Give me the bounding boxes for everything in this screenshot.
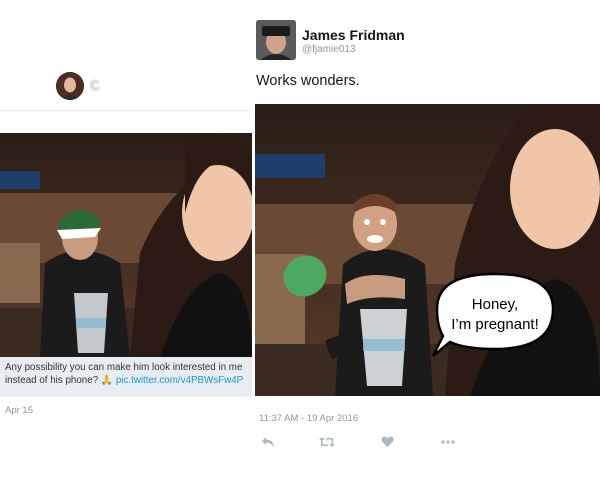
tweet-timestamp[interactable]: 11:37 AM - 19 Apr 2016 bbox=[259, 413, 358, 424]
more-icon[interactable] bbox=[438, 432, 458, 452]
tweet-date[interactable]: Apr 15 bbox=[5, 405, 33, 416]
photo-link[interactable]: pic.twitter.com/v4PBWsFw4P bbox=[116, 375, 243, 386]
photo-caption: Any possibility you can make him look in… bbox=[0, 357, 252, 397]
emoji-icon: 🙏 bbox=[100, 375, 114, 386]
author-handle[interactable]: @fjamie013 bbox=[302, 44, 356, 55]
avatar[interactable] bbox=[56, 72, 84, 100]
tweet-actions bbox=[252, 432, 600, 456]
author-name[interactable]: C bbox=[90, 77, 101, 93]
original-tweet: C Any possibility you can make him look … bbox=[0, 0, 252, 482]
retweet-icon[interactable] bbox=[317, 432, 337, 452]
speech-bubble-line-1: Honey, bbox=[472, 296, 518, 313]
tweet-photo[interactable] bbox=[0, 133, 252, 357]
heart-icon[interactable] bbox=[377, 432, 397, 452]
tweet-photo[interactable]: Honey, I’m pregnant! bbox=[255, 104, 600, 396]
avatar[interactable] bbox=[256, 20, 296, 60]
reply-tweet: James Fridman @fjamie013 Works wonders. bbox=[252, 0, 600, 482]
reply-icon[interactable] bbox=[258, 432, 278, 452]
tweet-text: Works wonders. bbox=[256, 73, 360, 89]
author-name[interactable]: James Fridman bbox=[302, 27, 405, 43]
speech-bubble-line-2: I’m pregnant! bbox=[451, 316, 539, 333]
divider bbox=[0, 110, 252, 111]
